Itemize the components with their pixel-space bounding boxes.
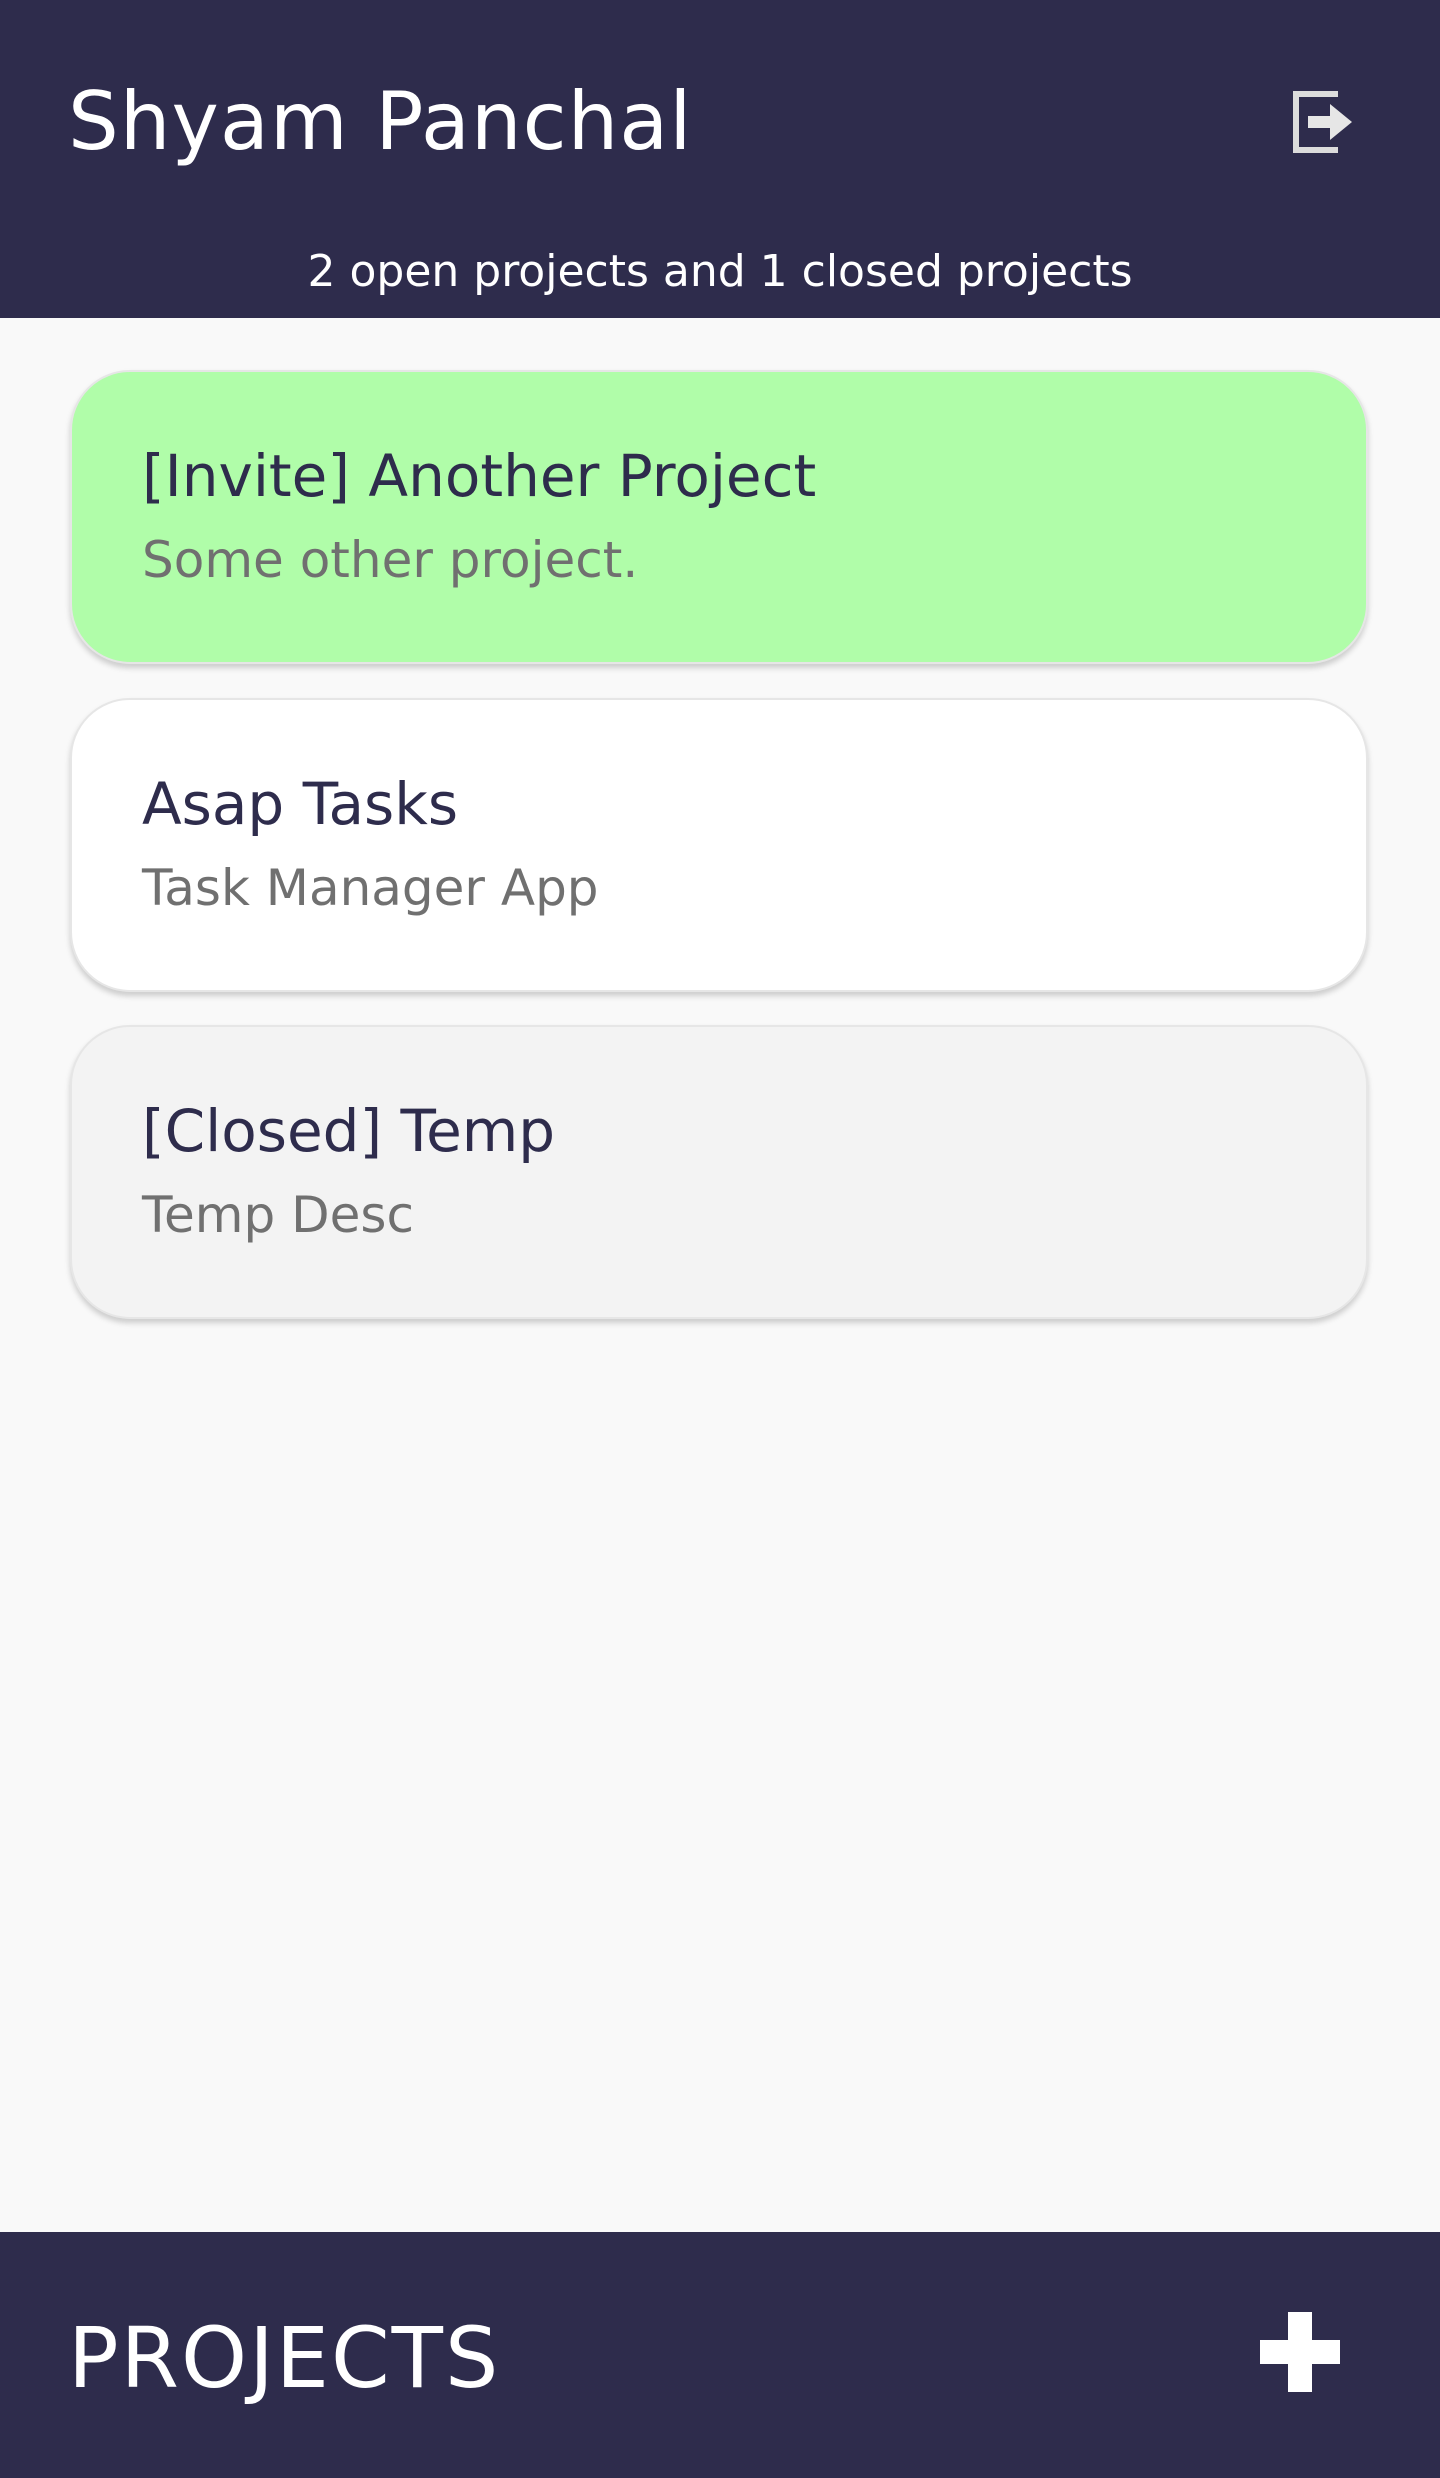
project-card-asap-tasks[interactable]: Asap Tasks Task Manager App — [70, 698, 1368, 992]
project-card-another-project[interactable]: [Invite] Another Project Some other proj… — [70, 370, 1368, 664]
bottom-bar: PROJECTS — [0, 2232, 1440, 2478]
section-label: PROJECTS — [68, 2309, 501, 2407]
project-summary: 2 open projects and 1 closed projects — [307, 246, 1133, 297]
add-project-button[interactable] — [1260, 2312, 1340, 2392]
user-name: Shyam Panchal — [68, 75, 693, 168]
project-title: Asap Tasks — [142, 770, 459, 838]
plus-icon — [1260, 2312, 1340, 2392]
project-title: [Invite] Another Project — [142, 442, 817, 510]
project-description: Temp Desc — [142, 1186, 414, 1244]
project-description: Task Manager App — [142, 859, 599, 917]
logout-icon — [1293, 91, 1352, 153]
logout-button[interactable] — [1286, 84, 1358, 160]
project-description: Some other project. — [142, 531, 639, 589]
app-header: Shyam Panchal 2 open projects and 1 clos… — [0, 0, 1440, 318]
project-title: [Closed] Temp — [142, 1097, 556, 1165]
project-card-temp[interactable]: [Closed] Temp Temp Desc — [70, 1025, 1368, 1319]
